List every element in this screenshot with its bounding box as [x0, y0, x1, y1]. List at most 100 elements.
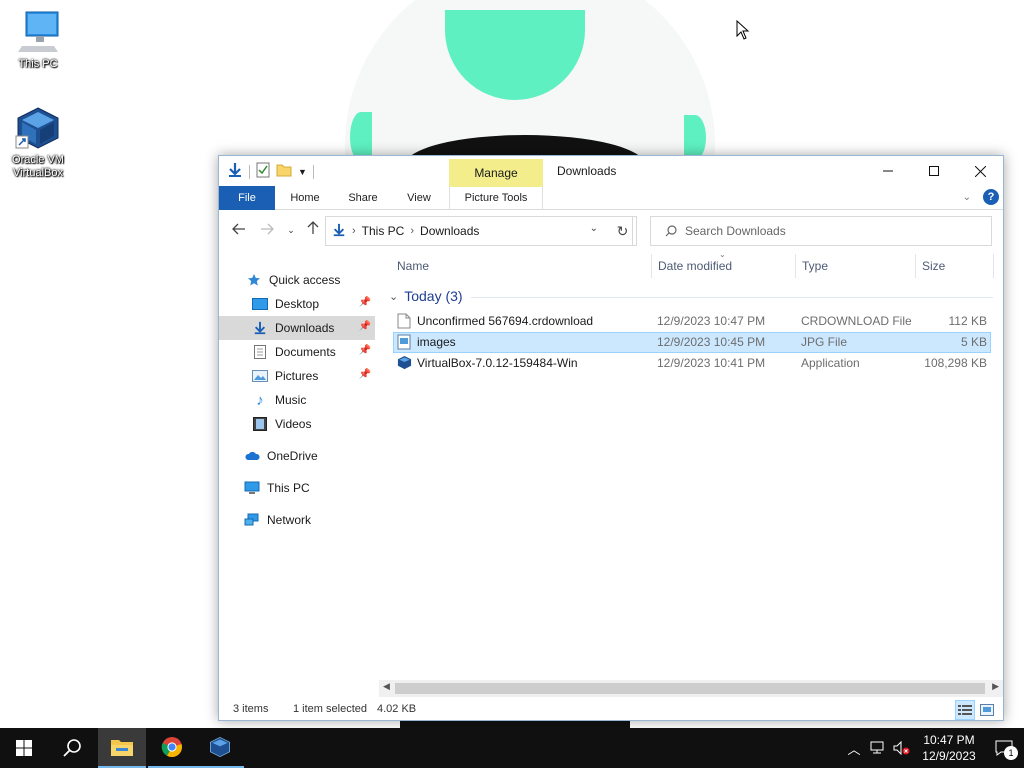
- scrollbar-thumb[interactable]: [395, 683, 985, 694]
- virtualbox-icon: [397, 355, 412, 371]
- status-selection: 1 item selected: [293, 703, 367, 715]
- close-button[interactable]: [957, 156, 1003, 186]
- nav-item-music[interactable]: ♪ Music: [219, 388, 375, 412]
- back-button[interactable]: [229, 220, 249, 240]
- address-bar[interactable]: › This PC › Downloads ⌄: [325, 216, 633, 246]
- nav-network[interactable]: Network: [219, 508, 375, 532]
- show-hidden-icons-button[interactable]: ︿: [842, 728, 866, 768]
- file-size: 5 KB: [960, 335, 987, 349]
- title-bar[interactable]: ▼ Manage Downloads: [219, 156, 1003, 187]
- nav-item-downloads[interactable]: Downloads 📌: [219, 316, 375, 340]
- maximize-button[interactable]: [911, 156, 957, 186]
- image-file-icon: [397, 334, 411, 350]
- start-button[interactable]: [0, 728, 48, 768]
- pin-icon[interactable]: 📌: [359, 369, 371, 380]
- tab-share[interactable]: Share: [337, 186, 389, 210]
- file-date: 12/9/2023 10:47 PM: [657, 314, 766, 328]
- mouse-cursor-icon: [736, 20, 750, 40]
- nav-item-videos[interactable]: Videos: [219, 412, 375, 436]
- notification-center-button[interactable]: 1: [984, 728, 1024, 768]
- file-list-view: Name ⌄ Date modified Type Size ⌄ Today (…: [385, 250, 1003, 682]
- chevron-right-icon: ›: [352, 225, 356, 237]
- search-button[interactable]: [48, 728, 96, 768]
- help-icon[interactable]: ?: [983, 189, 999, 205]
- download-arrow-icon: [332, 223, 346, 240]
- column-divider[interactable]: [651, 254, 652, 278]
- column-divider[interactable]: [993, 254, 994, 278]
- manage-contextual-tab[interactable]: Manage: [449, 159, 543, 187]
- window-controls: [865, 156, 1003, 186]
- search-placeholder: Search Downloads: [685, 224, 786, 238]
- nav-item-desktop[interactable]: Desktop 📌: [219, 292, 375, 316]
- file-size: 108,298 KB: [924, 356, 987, 370]
- pin-icon[interactable]: 📌: [359, 297, 371, 308]
- desktop-icon-virtualbox[interactable]: Oracle VM VirtualBox: [6, 106, 70, 180]
- file-type: Application: [801, 356, 860, 370]
- file-row[interactable]: Unconfirmed 567694.crdownload 12/9/2023 …: [393, 311, 991, 332]
- column-header-name[interactable]: Name: [397, 252, 429, 280]
- scroll-left-icon[interactable]: ◀: [383, 681, 390, 692]
- details-view-button[interactable]: [955, 700, 975, 720]
- column-header-date-modified[interactable]: Date modified: [658, 252, 732, 280]
- expand-ribbon-icon[interactable]: ⌄: [963, 192, 971, 203]
- tab-home[interactable]: Home: [279, 186, 331, 210]
- document-icon: [251, 344, 269, 360]
- horizontal-scrollbar[interactable]: ◀ ▶: [379, 680, 1003, 697]
- computer-icon: [14, 10, 62, 54]
- navigation-bar: ⌄ › This PC › Downloads ⌄ ↻ Search Downl…: [219, 212, 1003, 248]
- taskbar-virtualbox[interactable]: [196, 728, 244, 768]
- scroll-right-icon[interactable]: ▶: [992, 681, 999, 692]
- file-name: images: [417, 335, 456, 349]
- nav-this-pc[interactable]: This PC: [219, 476, 375, 500]
- customize-toolbar-icon[interactable]: ▼: [298, 167, 307, 177]
- file-row[interactable]: VirtualBox-7.0.12-159484-Win 12/9/2023 1…: [393, 353, 991, 374]
- tab-view[interactable]: View: [395, 186, 443, 210]
- column-header-size[interactable]: Size: [922, 252, 945, 280]
- nav-label: This PC: [267, 481, 310, 495]
- pin-icon[interactable]: 📌: [359, 321, 371, 332]
- breadcrumb-downloads[interactable]: Downloads: [420, 224, 479, 238]
- file-date: 12/9/2023 10:45 PM: [657, 335, 766, 349]
- large-icons-view-button[interactable]: [977, 700, 997, 720]
- nav-label: Network: [267, 513, 312, 527]
- search-box[interactable]: Search Downloads: [650, 216, 992, 246]
- nav-onedrive[interactable]: OneDrive: [219, 444, 375, 468]
- refresh-button[interactable]: ↻: [609, 216, 637, 246]
- search-icon: [665, 225, 677, 237]
- file-row-selected[interactable]: images 12/9/2023 10:45 PM JPG File 5 KB: [393, 332, 991, 353]
- nav-quick-access[interactable]: Quick access: [219, 268, 375, 292]
- breadcrumb-this-pc[interactable]: This PC: [362, 224, 405, 238]
- up-button[interactable]: [303, 220, 323, 240]
- recent-locations-button[interactable]: ⌄: [281, 220, 301, 240]
- tab-file[interactable]: File: [219, 186, 275, 210]
- nav-item-documents[interactable]: Documents 📌: [219, 340, 375, 364]
- forward-button[interactable]: [257, 220, 277, 240]
- new-folder-icon[interactable]: [276, 163, 292, 180]
- notification-badge: 1: [1004, 746, 1018, 760]
- system-clock[interactable]: 10:47 PM 12/9/2023: [914, 732, 984, 764]
- toolbar-divider: [249, 164, 250, 179]
- column-divider[interactable]: [915, 254, 916, 278]
- forward-arrow-icon: [261, 223, 274, 235]
- taskbar-file-explorer[interactable]: [98, 728, 146, 768]
- back-arrow-icon: [232, 223, 245, 235]
- address-dropdown-icon[interactable]: ⌄: [590, 223, 598, 234]
- column-header-type[interactable]: Type: [802, 252, 828, 280]
- group-header-today[interactable]: ⌄ Today (3): [385, 286, 993, 306]
- desktop-icon-this-pc[interactable]: This PC: [6, 10, 70, 71]
- minimize-button[interactable]: [865, 156, 911, 186]
- network-status-icon[interactable]: [866, 728, 890, 768]
- taskbar-chrome[interactable]: [148, 728, 196, 768]
- search-icon: [63, 739, 81, 757]
- chevron-down-icon: ⌄: [287, 225, 295, 235]
- pin-icon[interactable]: 📌: [359, 345, 371, 356]
- nav-item-pictures[interactable]: Pictures 📌: [219, 364, 375, 388]
- status-bar: 3 items 1 item selected 4.02 KB: [219, 699, 1003, 721]
- volume-muted-icon[interactable]: [890, 728, 914, 768]
- network-icon: [243, 512, 261, 528]
- download-arrow-icon: [251, 320, 269, 336]
- tab-picture-tools[interactable]: Picture Tools: [449, 186, 543, 210]
- column-divider[interactable]: [795, 254, 796, 278]
- properties-icon[interactable]: [256, 162, 270, 181]
- chevron-up-icon: ︿: [847, 741, 861, 757]
